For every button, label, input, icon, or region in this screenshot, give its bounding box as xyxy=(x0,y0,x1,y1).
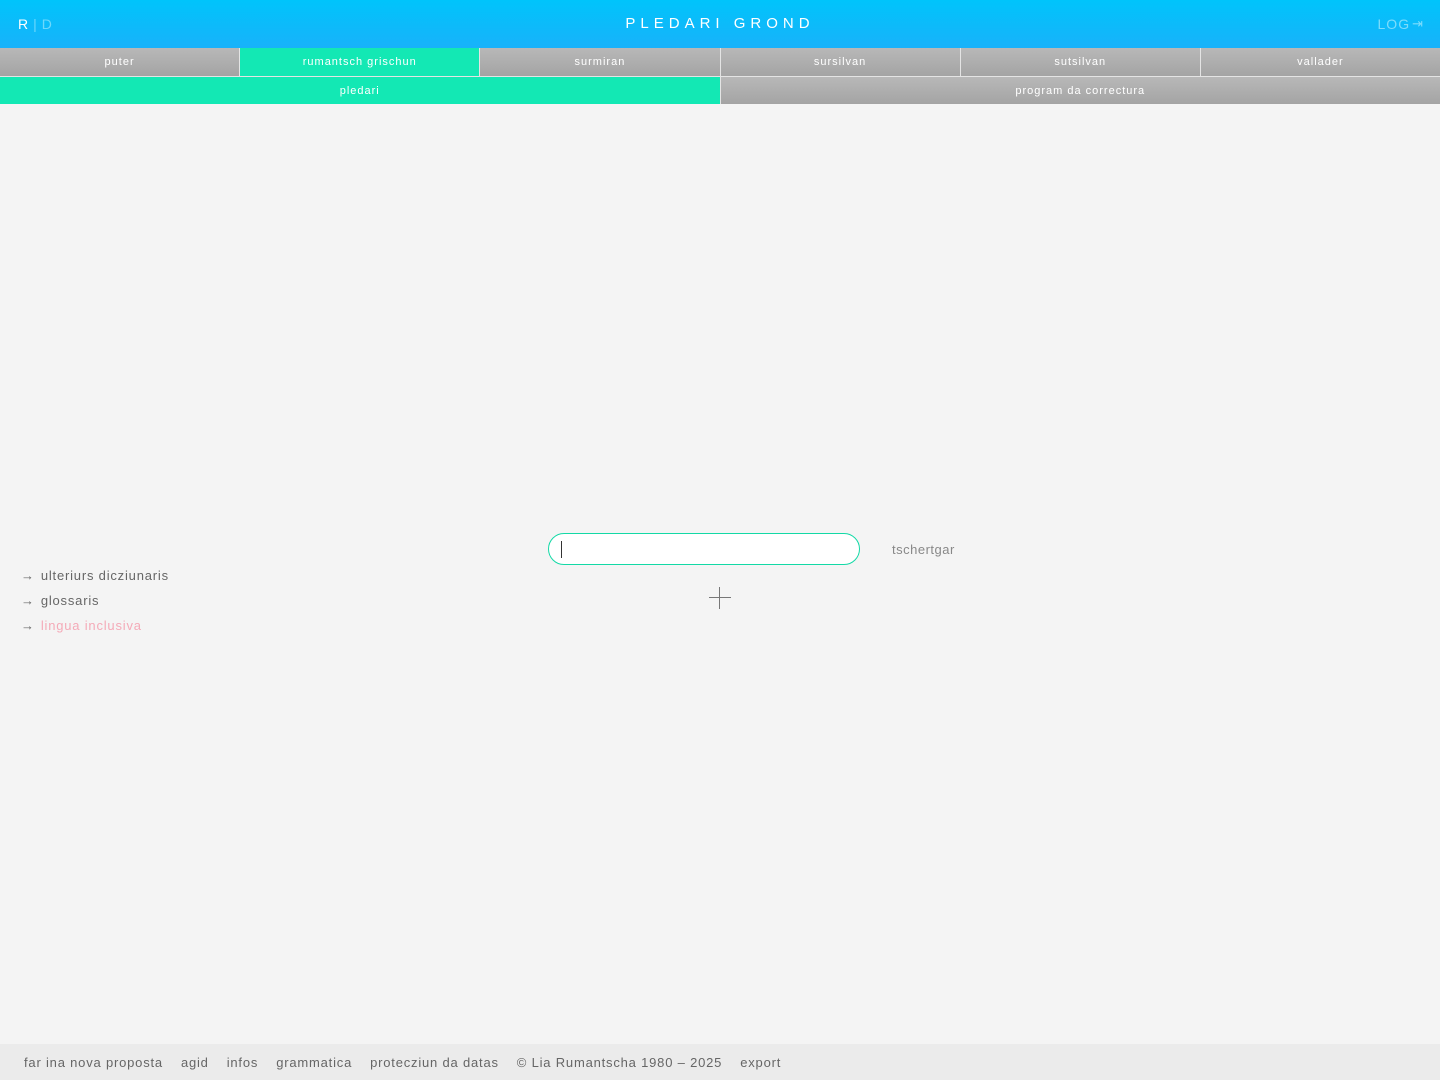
tab-sutsilvan[interactable]: sutsilvan xyxy=(960,48,1201,76)
copyright-text: © Lia Rumantscha 1980 – 2025 xyxy=(516,1054,723,1070)
tab-vallader[interactable]: vallader xyxy=(1200,48,1440,76)
search-input[interactable] xyxy=(548,533,860,565)
footer-link-grammatica[interactable]: grammatica xyxy=(276,1055,352,1070)
footer-link-export[interactable]: export xyxy=(740,1055,781,1070)
search-button[interactable]: tschertgar xyxy=(892,542,955,557)
tab-pledari[interactable]: pledari xyxy=(0,77,721,104)
footer-link-infos[interactable]: infos xyxy=(227,1055,258,1070)
arrow-right-icon: → xyxy=(21,618,35,633)
link-label: glossaris xyxy=(40,593,100,608)
plus-icon[interactable] xyxy=(709,587,731,609)
tab-puter[interactable]: puter xyxy=(0,48,241,76)
arrow-right-icon: → xyxy=(21,593,35,608)
footer-link-protecziun[interactable]: protecziun da datas xyxy=(370,1055,499,1070)
link-ulteriurs-dicziunaris[interactable]: → ulteriurs dicziunaris xyxy=(21,563,169,588)
tab-surmiran[interactable]: surmiran xyxy=(480,48,721,76)
tab-rumantsch-grischun[interactable]: rumantsch grischun xyxy=(240,48,481,76)
idiom-tabs: puter rumantsch grischun surmiran sursil… xyxy=(0,48,1440,76)
tab-program-da-correctura[interactable]: program da correctura xyxy=(720,77,1440,104)
link-label: lingua inclusiva xyxy=(40,618,142,633)
mode-tabs: pledari program da correctura xyxy=(0,77,1440,104)
side-links: → ulteriurs dicziunaris → glossaris → li… xyxy=(21,563,169,638)
link-glossaris[interactable]: → glossaris xyxy=(21,588,169,613)
footer-link-proposta[interactable]: far ina nova proposta xyxy=(24,1055,163,1070)
footer-link-agid[interactable]: agid xyxy=(181,1055,209,1070)
tab-sursilvan[interactable]: sursilvan xyxy=(720,48,961,76)
footer: far ina nova proposta agid infos grammat… xyxy=(0,1044,1440,1080)
site-title[interactable]: PLEDARI GROND xyxy=(0,15,1440,32)
header-bar: R | D PLEDARI GROND LOG ⇥ xyxy=(0,0,1440,48)
login-label: LOG xyxy=(1377,16,1411,32)
login-button[interactable]: LOG ⇥ xyxy=(1378,16,1424,32)
link-lingua-inclusiva[interactable]: → lingua inclusiva xyxy=(21,613,169,638)
text-caret xyxy=(561,541,562,558)
link-label: ulteriurs dicziunaris xyxy=(40,568,169,583)
arrow-right-icon: → xyxy=(21,568,35,583)
login-arrow-icon: ⇥ xyxy=(1412,16,1424,31)
